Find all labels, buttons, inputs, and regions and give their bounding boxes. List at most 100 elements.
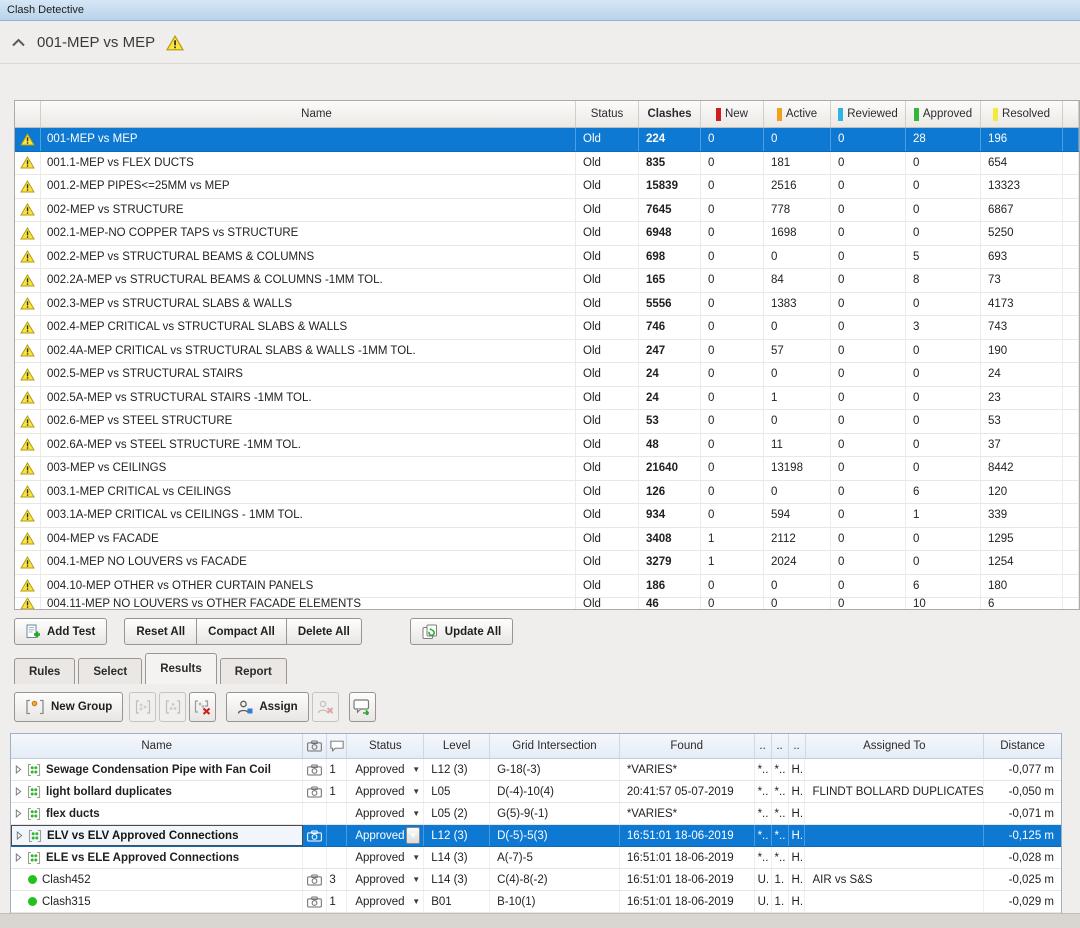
warning-icon bbox=[20, 274, 35, 287]
result-row[interactable]: light bollard duplicates1Approved▼L05D(-… bbox=[11, 781, 1061, 803]
tab-select[interactable]: Select bbox=[78, 658, 142, 684]
explode-group-button[interactable] bbox=[189, 692, 216, 722]
clash-test-row[interactable]: 002.4-MEP CRITICAL vs STRUCTURAL SLABS &… bbox=[15, 316, 1079, 340]
clash-test-row[interactable]: 002.5-MEP vs STRUCTURAL STAIRSOld2400002… bbox=[15, 363, 1079, 387]
column-header-clashes[interactable]: Clashes bbox=[639, 101, 701, 127]
result-found-cell: 20:41:57 05-07-2019 bbox=[620, 781, 755, 802]
test-filler-cell bbox=[1063, 316, 1079, 339]
clash-test-row[interactable]: 002.6A-MEP vs STEEL STRUCTURE -1MM TOL.O… bbox=[15, 434, 1079, 458]
clash-test-row[interactable]: 003.1-MEP CRITICAL vs CEILINGSOld1260006… bbox=[15, 481, 1079, 505]
clash-test-row[interactable]: 004.11-MEP NO LOUVERS vs OTHER FACADE EL… bbox=[15, 598, 1079, 609]
results-column-header-assigned-to[interactable]: Assigned To bbox=[806, 734, 985, 758]
status-dropdown[interactable]: ▼ bbox=[412, 875, 420, 884]
expand-arrow-icon[interactable] bbox=[15, 787, 22, 796]
result-row[interactable]: Clash3151Approved▼B01B-10(1)16:51:01 18-… bbox=[11, 891, 1061, 913]
results-column-header-camera[interactable] bbox=[303, 734, 327, 758]
test-row-icon-cell bbox=[15, 269, 41, 292]
test-status-cell: Old bbox=[576, 551, 639, 574]
clash-test-row[interactable]: 001.1-MEP vs FLEX DUCTSOld835018100654 bbox=[15, 152, 1079, 176]
result-row[interactable]: ELE vs ELE Approved ConnectionsApproved▼… bbox=[11, 847, 1061, 869]
assign-button[interactable]: Assign bbox=[226, 692, 308, 722]
results-column-header-level[interactable]: Level bbox=[424, 734, 490, 758]
expand-arrow-icon[interactable] bbox=[16, 831, 23, 840]
result-camera-cell bbox=[303, 869, 327, 890]
clash-test-row[interactable]: 002.1-MEP-NO COPPER TAPS vs STRUCTUREOld… bbox=[15, 222, 1079, 246]
column-header-resolved[interactable]: Resolved bbox=[981, 101, 1063, 127]
clash-test-row[interactable]: 002.4A-MEP CRITICAL vs STRUCTURAL SLABS … bbox=[15, 340, 1079, 364]
clash-test-row[interactable]: 002.3-MEP vs STRUCTURAL SLABS & WALLSOld… bbox=[15, 293, 1079, 317]
clash-test-row[interactable]: 002.5A-MEP vs STRUCTURAL STAIRS -1MM TOL… bbox=[15, 387, 1079, 411]
status-value: Approved bbox=[355, 830, 404, 842]
add-comment-button[interactable] bbox=[349, 692, 376, 722]
clash-test-row[interactable]: 002-MEP vs STRUCTUREOld76450778006867 bbox=[15, 199, 1079, 223]
test-status-cell: Old bbox=[576, 222, 639, 245]
clash-test-row[interactable]: 001-MEP vs MEPOld22400028196 bbox=[15, 128, 1079, 152]
test-active-cell: 1698 bbox=[764, 222, 831, 245]
clash-test-row[interactable]: 001.2-MEP PIPES<=25MM vs MEPOld158390251… bbox=[15, 175, 1079, 199]
expand-arrow-icon[interactable] bbox=[15, 853, 22, 862]
new-group-button[interactable]: New Group bbox=[14, 692, 123, 722]
status-dropdown[interactable]: ▼ bbox=[412, 897, 420, 906]
results-column-header-name[interactable]: Name bbox=[11, 734, 303, 758]
status-value: Approved bbox=[355, 764, 404, 776]
column-header-status[interactable]: Status bbox=[576, 101, 639, 127]
add-test-button[interactable]: Add Test bbox=[14, 618, 107, 645]
results-column-header-dots-2[interactable]: .. bbox=[772, 734, 789, 758]
results-column-header-comments[interactable] bbox=[327, 734, 347, 758]
result-level-cell: B01 bbox=[424, 891, 490, 912]
test-active-cell: 0 bbox=[764, 598, 831, 609]
result-row[interactable]: Clash4523Approved▼L14 (3)C(4)-8(-2)16:51… bbox=[11, 869, 1061, 891]
results-column-header-distance[interactable]: Distance bbox=[984, 734, 1061, 758]
clash-test-row[interactable]: 004-MEP vs FACADEOld340812112001295 bbox=[15, 528, 1079, 552]
expand-arrow-icon[interactable] bbox=[15, 809, 22, 818]
test-reviewed-cell: 0 bbox=[831, 246, 906, 269]
column-header-active[interactable]: Active bbox=[764, 101, 831, 127]
test-filler-cell bbox=[1063, 598, 1079, 609]
clash-test-row[interactable]: 002.2A-MEP vs STRUCTURAL BEAMS & COLUMNS… bbox=[15, 269, 1079, 293]
clash-test-row[interactable]: 004.10-MEP OTHER vs OTHER CURTAIN PANELS… bbox=[15, 575, 1079, 599]
test-status-cell: Old bbox=[576, 340, 639, 363]
clash-test-row[interactable]: 002.2-MEP vs STRUCTURAL BEAMS & COLUMNSO… bbox=[15, 246, 1079, 270]
result-row[interactable]: ELV vs ELV Approved ConnectionsApproved▼… bbox=[11, 825, 1061, 847]
results-column-header-dots-3[interactable]: .. bbox=[789, 734, 806, 758]
results-column-header-grid-intersection[interactable]: Grid Intersection bbox=[490, 734, 620, 758]
clash-test-row[interactable]: 004.1-MEP NO LOUVERS vs FACADEOld3279120… bbox=[15, 551, 1079, 575]
expand-arrow-icon[interactable] bbox=[15, 765, 22, 774]
results-column-header-status[interactable]: Status bbox=[347, 734, 424, 758]
warning-icon bbox=[20, 321, 35, 334]
test-filler-cell bbox=[1063, 528, 1079, 551]
column-header-reviewed[interactable]: Reviewed bbox=[831, 101, 906, 127]
column-header-name[interactable]: Name bbox=[41, 101, 576, 127]
compact-all-button[interactable]: Compact All bbox=[196, 618, 287, 645]
column-header-approved[interactable]: Approved bbox=[906, 101, 981, 127]
result-name-cell: flex ducts bbox=[11, 803, 303, 824]
reset-all-button[interactable]: Reset All bbox=[124, 618, 197, 645]
tab-report[interactable]: Report bbox=[220, 658, 287, 684]
status-dropdown[interactable]: ▼ bbox=[412, 853, 420, 862]
column-header-new[interactable]: New bbox=[701, 101, 764, 127]
status-dropdown[interactable]: ▼ bbox=[412, 765, 420, 774]
status-dropdown[interactable]: ▼ bbox=[412, 787, 420, 796]
update-all-button[interactable]: Update All bbox=[410, 618, 513, 645]
collapse-chevron-icon[interactable] bbox=[11, 38, 26, 47]
warning-icon bbox=[20, 415, 35, 428]
result-row[interactable]: flex ductsApproved▼L05 (2)G(5)-9(-1)*VAR… bbox=[11, 803, 1061, 825]
results-column-header-dots-1[interactable]: .. bbox=[755, 734, 772, 758]
tab-results[interactable]: Results bbox=[145, 653, 217, 684]
clash-test-row[interactable]: 003-MEP vs CEILINGSOld21640013198008442 bbox=[15, 457, 1079, 481]
delete-all-button[interactable]: Delete All bbox=[286, 618, 362, 645]
test-approved-cell: 8 bbox=[906, 269, 981, 292]
clash-test-row[interactable]: 002.6-MEP vs STEEL STRUCTUREOld53000053 bbox=[15, 410, 1079, 434]
status-dropdown[interactable]: ▼ bbox=[406, 827, 420, 844]
column-header-row-icon[interactable] bbox=[15, 101, 41, 127]
result-distance-cell: -0,071 m bbox=[984, 803, 1061, 824]
result-camera-cell bbox=[303, 759, 327, 780]
test-clashes-cell: 698 bbox=[639, 246, 701, 269]
clash-test-row[interactable]: 003.1A-MEP CRITICAL vs CEILINGS - 1MM TO… bbox=[15, 504, 1079, 528]
status-dropdown[interactable]: ▼ bbox=[412, 809, 420, 818]
test-new-cell: 0 bbox=[701, 598, 764, 609]
result-row[interactable]: Sewage Condensation Pipe with Fan Coil1A… bbox=[11, 759, 1061, 781]
results-column-header-found[interactable]: Found bbox=[620, 734, 755, 758]
result-grid-cell: D(-4)-10(4) bbox=[490, 781, 620, 802]
tab-rules[interactable]: Rules bbox=[14, 658, 75, 684]
